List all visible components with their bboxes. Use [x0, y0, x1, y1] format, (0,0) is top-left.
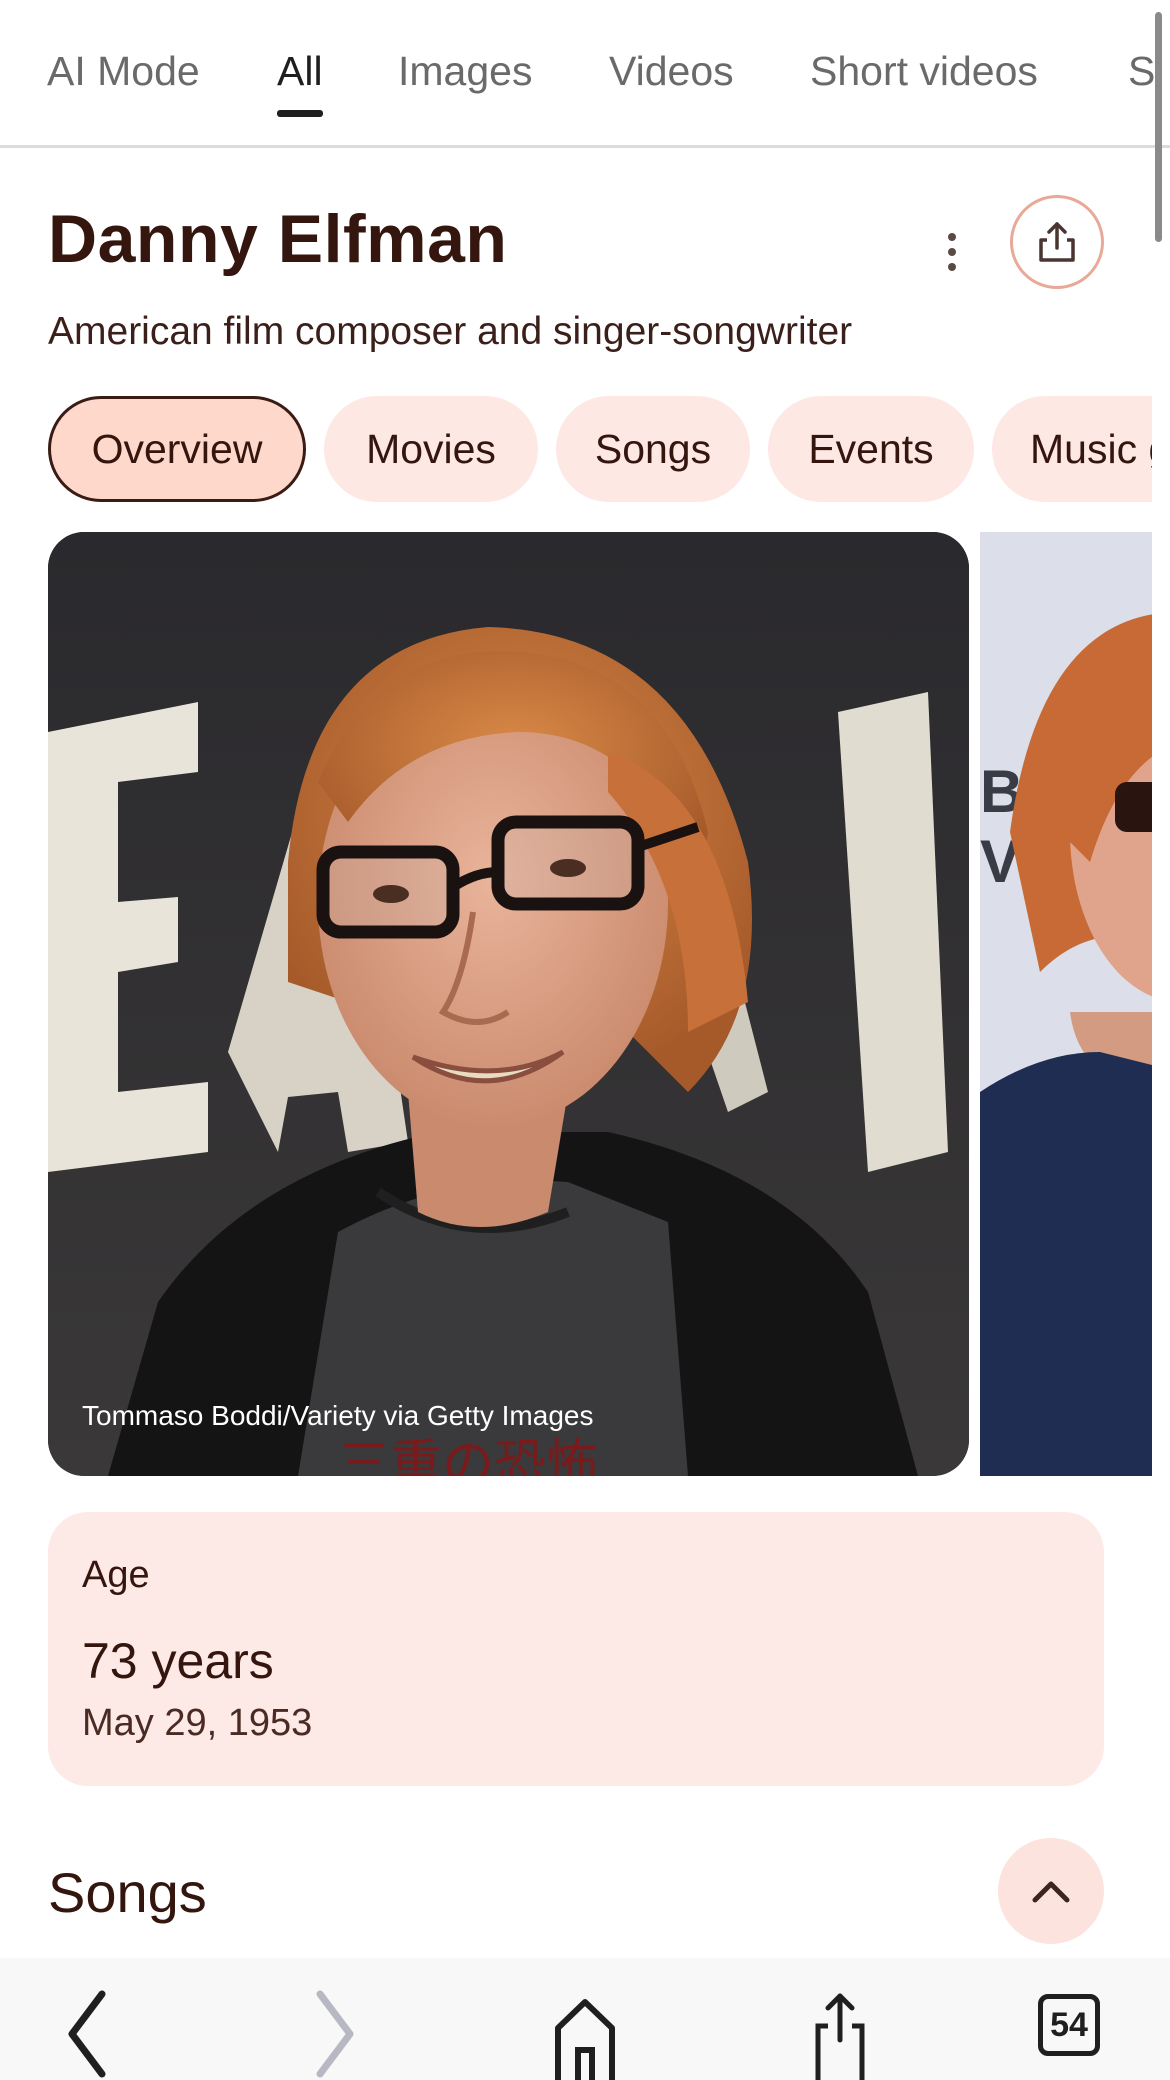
- tabs-icon[interactable]: 54: [1038, 1994, 1100, 2056]
- second-portrait-image: B V: [980, 532, 1152, 1476]
- browser-toolbar: 54: [0, 1958, 1170, 2080]
- entity-description: American film composer and singer-songwr…: [48, 310, 853, 353]
- age-value: 73 years: [82, 1633, 274, 1689]
- photo-credit: Tommaso Boddi/Variety via Getty Images: [82, 1400, 594, 1431]
- portrait-image: 三重の恐怖: [48, 532, 969, 1476]
- chip-music-genres[interactable]: Music g: [992, 396, 1152, 502]
- second-photo[interactable]: B V: [980, 532, 1152, 1476]
- chevron-up-icon: [1032, 1881, 1070, 1903]
- tab-all-label: All: [277, 48, 323, 94]
- birth-date: May 29, 1953: [82, 1702, 313, 1744]
- tab-short-videos[interactable]: Short videos: [810, 48, 1038, 95]
- tab-images[interactable]: Images: [398, 48, 532, 95]
- back-button[interactable]: [44, 1988, 124, 2080]
- home-button[interactable]: [545, 1988, 625, 2080]
- chip-movies[interactable]: Movies: [324, 396, 538, 502]
- more-vert-icon: [948, 233, 956, 241]
- more-options-button[interactable]: [930, 222, 974, 282]
- age-label: Age: [82, 1554, 150, 1596]
- main-photo[interactable]: 三重の恐怖 Tommaso Boddi/Variety via Getty Im…: [48, 532, 969, 1476]
- home-icon: [555, 1999, 615, 2080]
- page-title: Danny Elfman: [48, 201, 508, 277]
- collapse-button[interactable]: [998, 1838, 1104, 1944]
- chip-events[interactable]: Events: [768, 396, 974, 502]
- forward-button[interactable]: [296, 1988, 376, 2080]
- svg-text:三重の恐怖: 三重の恐怖: [338, 1435, 598, 1476]
- tab-ai-mode[interactable]: AI Mode: [47, 48, 200, 95]
- toolbar-share-button[interactable]: [800, 1988, 880, 2080]
- chip-songs[interactable]: Songs: [556, 396, 750, 502]
- search-tabs-bar: AI Mode All Images Videos Short videos S: [0, 0, 1170, 148]
- forward-icon: [316, 1990, 354, 2078]
- tab-videos[interactable]: Videos: [609, 48, 734, 95]
- share-icon: [1039, 222, 1075, 262]
- share-icon: [815, 1993, 865, 2080]
- tab-more[interactable]: S: [1128, 48, 1155, 95]
- back-icon: [68, 1990, 106, 2078]
- chip-overview[interactable]: Overview: [48, 396, 306, 502]
- share-button[interactable]: [1010, 195, 1104, 289]
- songs-section-title: Songs: [48, 1861, 207, 1924]
- age-card[interactable]: Age 73 years May 29, 1953: [48, 1512, 1104, 1786]
- topic-chips: Overview Movies Songs Events Music g: [0, 396, 1152, 504]
- image-carousel[interactable]: 三重の恐怖 Tommaso Boddi/Variety via Getty Im…: [48, 532, 1152, 1476]
- tab-all[interactable]: All: [277, 48, 323, 117]
- active-tab-indicator: [277, 110, 323, 117]
- scrollbar[interactable]: [1155, 12, 1162, 242]
